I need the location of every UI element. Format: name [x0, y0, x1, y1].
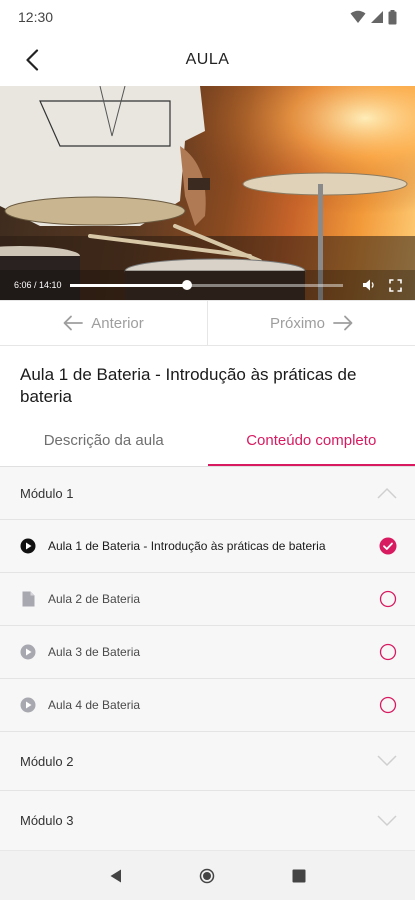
lesson-item[interactable]: Aula 1 de Bateria - Introdução às prátic…: [0, 520, 415, 573]
module-label: Módulo 1: [20, 485, 74, 501]
module-label: Módulo 2: [20, 753, 74, 769]
page-title: AULA: [185, 51, 230, 68]
seek-progress: [69, 283, 188, 287]
app-bar: AULA: [0, 34, 415, 86]
tab-description[interactable]: Descrição da aula: [0, 414, 208, 466]
signal-icon: [371, 11, 383, 23]
module-header[interactable]: Módulo 2: [0, 732, 415, 791]
content-list: Módulo 1 Aula 1 de Bateria - Introdução …: [0, 466, 415, 850]
status-bar: 12:30: [0, 0, 415, 34]
seek-bar[interactable]: [69, 279, 343, 290]
document-icon: [20, 591, 36, 607]
lesson-navigation: Anterior Próximo: [0, 300, 415, 346]
arrow-left-icon: [63, 315, 84, 331]
empty-circle-icon[interactable]: [379, 696, 397, 714]
square-recents-icon: [292, 869, 306, 882]
chevron-down-icon: [377, 814, 397, 826]
lesson-label: Aula 4 de Bateria: [48, 698, 141, 712]
system-home-button[interactable]: [187, 856, 227, 896]
play-circle-icon: [20, 697, 36, 713]
play-filled-icon: [20, 538, 36, 554]
lesson-item[interactable]: Aula 3 de Bateria: [0, 626, 415, 679]
volume-button[interactable]: [359, 275, 379, 295]
next-label: Próximo: [269, 314, 325, 332]
system-back-button[interactable]: [96, 856, 136, 896]
battery-icon: [388, 9, 397, 24]
video-controls: 6:06 / 14:10: [0, 270, 415, 300]
previous-label: Anterior: [91, 314, 144, 332]
lesson-label: Aula 1 de Bateria - Introdução às prátic…: [48, 539, 326, 553]
empty-circle-icon[interactable]: [379, 643, 397, 661]
next-button[interactable]: Próximo: [207, 301, 415, 345]
seek-thumb[interactable]: [182, 279, 193, 290]
module-header[interactable]: Módulo 1: [0, 467, 415, 520]
lesson-item[interactable]: Aula 2 de Bateria: [0, 573, 415, 626]
back-button[interactable]: [12, 40, 52, 80]
video-time: 6:06 / 14:10: [14, 280, 62, 290]
lesson-title: Aula 1 de Bateria - Introdução às prátic…: [20, 365, 357, 406]
arrow-right-icon: [333, 315, 353, 331]
previous-button[interactable]: Anterior: [0, 301, 207, 345]
module-label: Módulo 3: [20, 813, 74, 828]
chevron-up-icon: [377, 487, 397, 499]
empty-circle-icon[interactable]: [379, 590, 397, 608]
play-circle-icon: [20, 644, 36, 660]
fullscreen-button[interactable]: [385, 275, 405, 295]
arrow-back-icon: [26, 49, 39, 71]
check-circle-icon[interactable]: [379, 537, 397, 555]
chevron-down-icon: [377, 755, 397, 767]
volume-icon: [363, 279, 374, 291]
status-icons: [350, 9, 397, 25]
tab-bar: Descrição da aula Conteúdo completo: [0, 414, 415, 466]
lesson-label: Aula 2 de Bateria: [48, 592, 141, 606]
video-player[interactable]: 6:06 / 14:10: [0, 86, 415, 300]
module-header[interactable]: Módulo 3: [0, 791, 415, 850]
lesson-item[interactable]: Aula 4 de Bateria: [0, 679, 415, 732]
system-recents-button[interactable]: [279, 856, 319, 896]
triangle-back-icon: [110, 869, 121, 882]
status-time: 12:30: [18, 9, 54, 25]
tab-full-content[interactable]: Conteúdo completo: [207, 414, 415, 466]
home-circle-icon: [200, 868, 215, 883]
wifi-icon: [350, 10, 366, 23]
system-navigation-bar: [0, 850, 415, 900]
fullscreen-icon: [388, 278, 402, 292]
lesson-label: Aula 3 de Bateria: [48, 645, 141, 659]
video-frame: [0, 86, 415, 300]
